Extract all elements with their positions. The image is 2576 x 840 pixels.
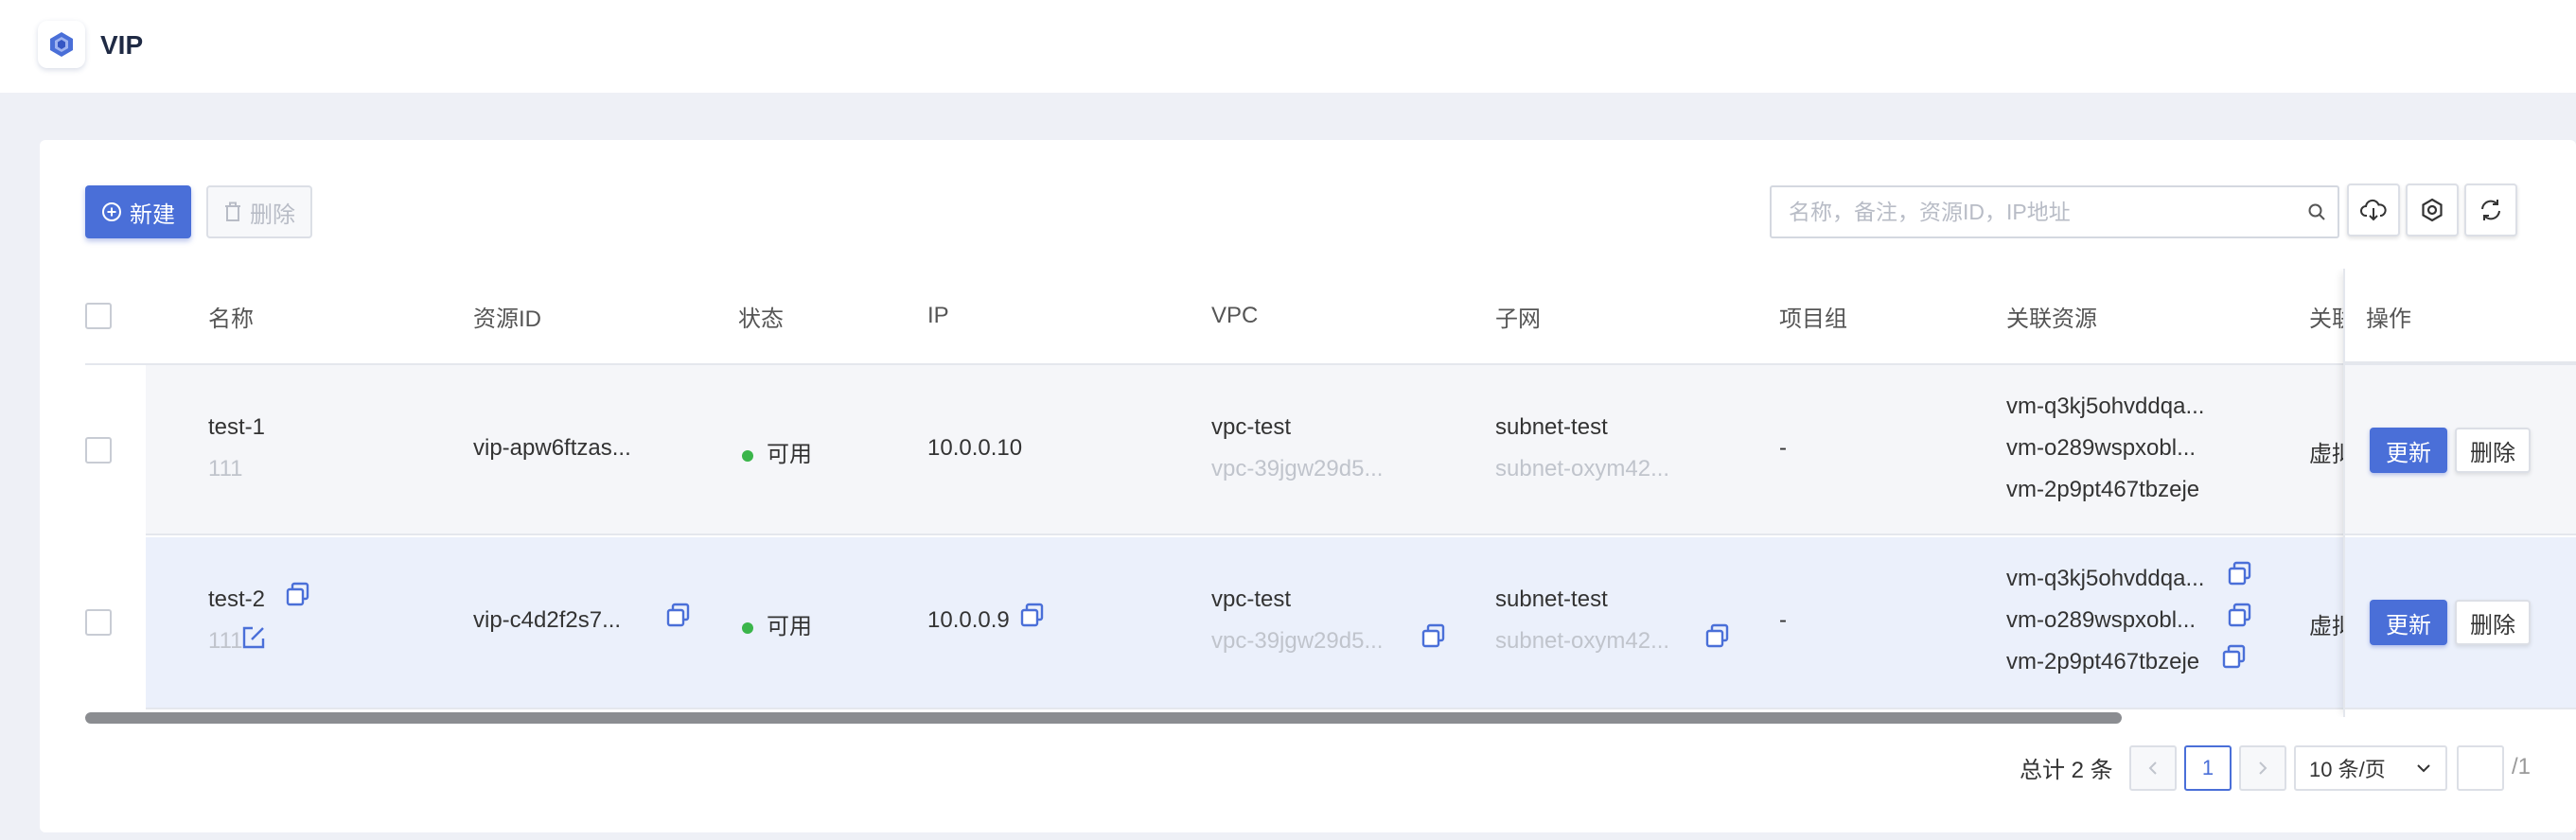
- export-button[interactable]: [2347, 184, 2400, 236]
- related-resource[interactable]: vm-q3kj5ohvddqa...: [2006, 394, 2204, 420]
- related-resource[interactable]: vm-2p9pt467tbzeje: [2006, 477, 2199, 503]
- plus-circle-icon: [102, 202, 121, 221]
- refresh-icon: [2481, 200, 2500, 220]
- row-checkbox[interactable]: [85, 437, 112, 464]
- status-dot-icon: [742, 621, 753, 634]
- subnet-name[interactable]: subnet-test: [1495, 414, 1608, 441]
- horizontal-scrollbar[interactable]: [85, 712, 2122, 724]
- vip-remark: 111: [208, 628, 243, 654]
- row-delete-button[interactable]: 删除: [2455, 600, 2531, 645]
- column-header-related-resources[interactable]: 关联资源: [2006, 269, 2097, 363]
- copy-icon[interactable]: [284, 581, 312, 609]
- copy-icon[interactable]: [1018, 602, 1047, 630]
- related-resource[interactable]: vm-q3kj5ohvddqa...: [2006, 566, 2204, 592]
- refresh-button[interactable]: [2464, 184, 2517, 236]
- row-delete-button[interactable]: 删除: [2455, 428, 2531, 473]
- edit-icon[interactable]: [240, 624, 267, 651]
- vpc-name[interactable]: vpc-test: [1211, 586, 1291, 613]
- table-row: test-2 111 vip-c4d2f2s7... 可用 10.0.0.9 v…: [85, 537, 2576, 709]
- new-button[interactable]: 新建: [85, 185, 191, 238]
- column-header-subnet[interactable]: 子网: [1495, 269, 1541, 363]
- copy-icon[interactable]: [664, 602, 693, 630]
- copy-icon[interactable]: [1703, 622, 1732, 651]
- page-size-value: 10 条/页: [2309, 758, 2386, 781]
- vpc-id: vpc-39jgw29d5...: [1211, 456, 1384, 481]
- gear-icon: [2422, 198, 2443, 222]
- related-resource[interactable]: vm-o289wspxobl...: [2006, 435, 2196, 462]
- next-page-button[interactable]: [2239, 745, 2286, 791]
- search-input[interactable]: [1772, 187, 2296, 236]
- vip-remark: 111: [208, 456, 243, 481]
- ip-address: 10.0.0.9: [927, 607, 1010, 633]
- subnet-id: subnet-oxym42...: [1495, 628, 1670, 654]
- column-header-resource-id[interactable]: 资源ID: [473, 269, 541, 363]
- column-header-status[interactable]: 状态: [738, 269, 784, 363]
- cloud-download-icon: [2360, 199, 2387, 221]
- update-button[interactable]: 更新: [2370, 428, 2447, 473]
- resource-id: vip-apw6ftzas...: [473, 435, 631, 461]
- table-row: test-1 111 vip-apw6ftzas... 可用 10.0.0.10…: [85, 365, 2576, 537]
- vpc-name[interactable]: vpc-test: [1211, 414, 1291, 441]
- ip-address: 10.0.0.10: [927, 435, 1023, 461]
- total-pages: /1: [2512, 754, 2532, 779]
- operations-column: 操作 更新 删除 更新 删除: [2343, 269, 2576, 717]
- vip-name[interactable]: test-1: [208, 414, 265, 441]
- select-all-checkbox[interactable]: [85, 303, 112, 329]
- row-checkbox[interactable]: [85, 609, 112, 636]
- chevron-down-icon: [2417, 764, 2430, 773]
- copy-icon[interactable]: [2220, 643, 2249, 672]
- prev-page-button[interactable]: [2129, 745, 2177, 791]
- column-header-project[interactable]: 项目组: [1779, 269, 1847, 363]
- vip-name[interactable]: test-2: [208, 586, 265, 613]
- delete-button-label: 删除: [250, 201, 295, 228]
- search-icon[interactable]: [2296, 202, 2338, 221]
- table-header: 名称 资源ID 状态 IP VPC 子网 项目组 关联资源 关联: [85, 269, 2576, 365]
- page-title: VIP: [100, 30, 144, 60]
- chevron-right-icon: [2259, 761, 2267, 775]
- column-header-name[interactable]: 名称: [208, 269, 254, 363]
- page-size-select[interactable]: 10 条/页: [2294, 745, 2447, 791]
- status-dot-icon: [742, 449, 753, 462]
- total-count: 总计 2 条: [2020, 757, 2113, 783]
- subnet-name[interactable]: subnet-test: [1495, 586, 1608, 613]
- copy-icon[interactable]: [2226, 602, 2254, 630]
- project-group: -: [1779, 435, 1787, 461]
- vip-logo-icon: [38, 21, 85, 68]
- page-number-current[interactable]: 1: [2184, 745, 2232, 791]
- update-button[interactable]: 更新: [2370, 600, 2447, 645]
- related-resource[interactable]: vm-2p9pt467tbzeje: [2006, 649, 2199, 675]
- page-jump-input[interactable]: [2457, 745, 2504, 791]
- column-header-vpc[interactable]: VPC: [1211, 269, 1258, 363]
- content-card: 新建 删除 名称，备注，资源ID，IP地址 名称 资源ID 状态 IP VPC …: [40, 140, 2576, 832]
- column-header-operations: 操作: [2366, 306, 2411, 332]
- settings-button[interactable]: [2406, 184, 2459, 236]
- new-button-label: 新建: [130, 201, 175, 228]
- search-box: [1770, 185, 2339, 238]
- resource-id: vip-c4d2f2s7...: [473, 607, 622, 633]
- status-badge: 可用: [742, 435, 812, 468]
- related-resource[interactable]: vm-o289wspxobl...: [2006, 607, 2196, 634]
- vip-table: 名称 资源ID 状态 IP VPC 子网 项目组 关联资源 关联 test-1 …: [85, 269, 2576, 717]
- trash-icon: [225, 201, 240, 221]
- vpc-id: vpc-39jgw29d5...: [1211, 628, 1384, 654]
- copy-icon[interactable]: [2226, 560, 2254, 588]
- subnet-id: subnet-oxym42...: [1495, 456, 1670, 481]
- project-group: -: [1779, 607, 1787, 633]
- status-badge: 可用: [742, 607, 812, 640]
- delete-button[interactable]: 删除: [206, 185, 312, 238]
- top-bar: VIP: [0, 0, 2576, 93]
- chevron-left-icon: [2148, 761, 2157, 775]
- copy-icon[interactable]: [1420, 622, 1448, 651]
- column-header-ip[interactable]: IP: [927, 269, 949, 363]
